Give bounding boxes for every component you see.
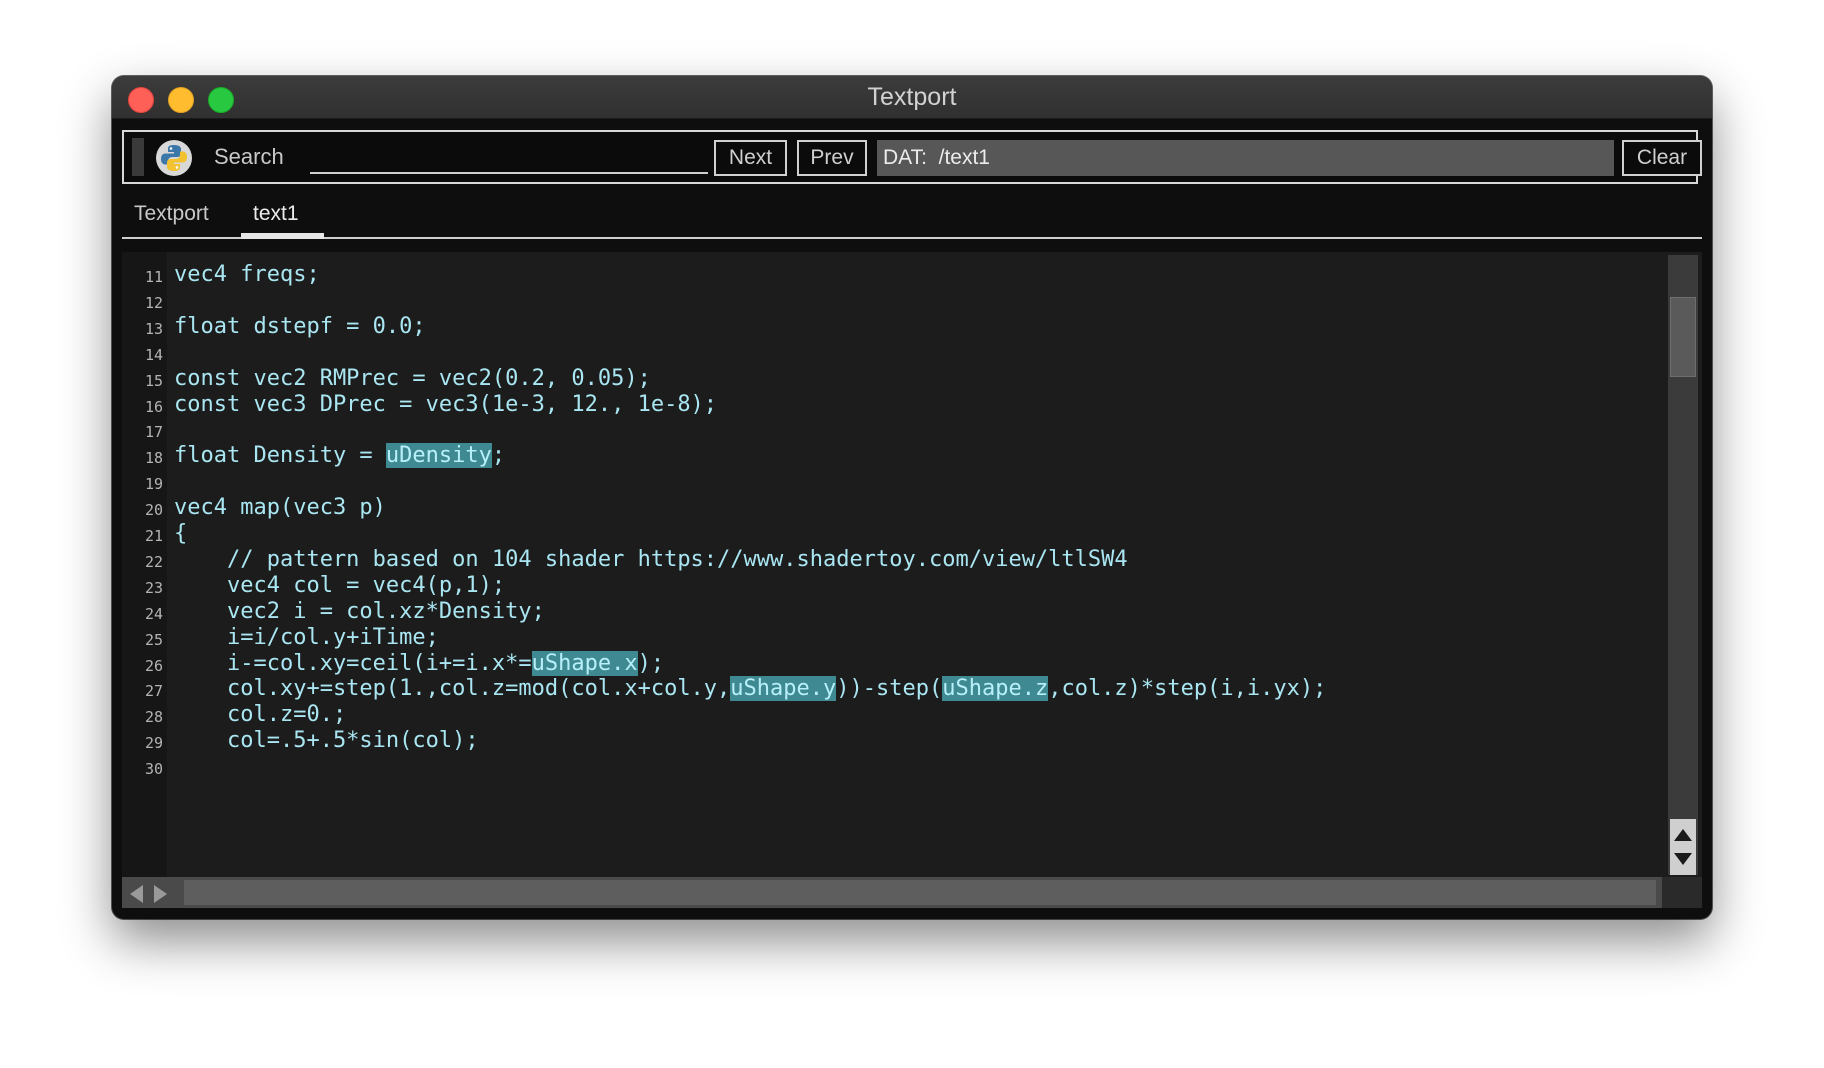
next-button[interactable]: Next — [714, 140, 787, 176]
code-text: ,col.z)*step(i,i.yx); — [1048, 676, 1327, 702]
search-input[interactable] — [310, 142, 708, 174]
line-number: 29 — [144, 734, 163, 753]
code-editor: 11 12 13 14 15 16 17 18 19 20 21 22 23 24 25 26 27 28 29 30… — [122, 252, 1702, 908]
clear-button[interactable]: Clear — [1622, 140, 1702, 176]
line-number: 24 — [144, 604, 163, 623]
tab-bar: Textport text1 — [122, 194, 1702, 239]
line-number: 23 — [144, 578, 163, 597]
horizontal-scrollbar[interactable] — [122, 877, 1662, 908]
code-text: i=i/col.y+iTime; — [174, 624, 439, 650]
line-number: 17 — [144, 423, 163, 442]
line-number: 22 — [144, 552, 163, 571]
scrollbar-corner — [1662, 877, 1702, 908]
line-number: 20 — [144, 501, 163, 520]
code-text: vec4 freqs; — [174, 262, 320, 287]
line-number: 19 — [144, 475, 163, 494]
code-text: col=.5+.5*sin(col); — [174, 728, 479, 754]
scroll-left-arrow-icon[interactable] — [130, 885, 143, 903]
line-number-gutter: 11 12 13 14 15 16 17 18 19 20 21 22 23 24 25 26 27 28 29 30 — [122, 252, 167, 877]
code-line: col=.5+.5*sin(col); — [174, 726, 479, 756]
line-number: 15 — [144, 371, 163, 390]
line-number: 12 — [144, 293, 163, 312]
search-match-highlight: uShape.x — [531, 650, 638, 676]
line-number: 13 — [144, 319, 163, 338]
vertical-scroll-thumb[interactable] — [1670, 297, 1696, 377]
code-text: const vec2 RMPrec = vec2(0.2, 0.05); — [174, 365, 651, 391]
code-line: col.xy+=step(1.,col.z=mod(col.x+col.y,uS… — [174, 674, 1326, 704]
dat-path-field[interactable]: DAT: /text1 — [877, 140, 1614, 176]
prev-button[interactable]: Prev — [797, 140, 867, 176]
code-text: i-=col.xy=ceil(i+=i.x*= — [174, 650, 532, 676]
search-match-highlight: uDensity — [385, 443, 492, 469]
code-text: col.xy+=step(1.,col.z=mod(col.x+col.y, — [174, 676, 731, 702]
code-line: float dstepf = 0.0; — [174, 312, 426, 342]
code-area[interactable]: vec4 freqs; float dstepf = 0.0; const vec2… — [167, 252, 1662, 877]
line-number: 27 — [144, 682, 163, 701]
tab-textport[interactable]: Textport — [122, 194, 232, 237]
code-text: ); — [637, 650, 665, 676]
horizontal-scroll-track[interactable] — [184, 880, 1656, 905]
python-logo-icon — [156, 140, 192, 176]
line-number: 21 — [144, 527, 163, 545]
code-text: vec4 map(vec3 p) — [174, 495, 386, 521]
code-text: vec2 i = col.xz*Density; — [174, 598, 545, 624]
code-line: vec4 freqs; — [174, 260, 320, 290]
textport-window: Textport Search Next Prev DAT: /text1 Cl… — [112, 76, 1712, 919]
window-title: Textport — [867, 83, 957, 111]
code-text: const vec3 DPrec = vec3(1e-3, 12., 1e-8)… — [174, 391, 718, 417]
code-text: col.z=0.; — [174, 702, 347, 728]
vertical-scroll-arrows — [1670, 819, 1696, 875]
tab-text1[interactable]: text1 — [241, 194, 324, 239]
code-line: float Density = uDensity; — [174, 441, 505, 471]
search-match-highlight: uShape.y — [730, 676, 837, 702]
scroll-down-arrow-icon[interactable] — [1674, 853, 1692, 865]
code-text: { — [174, 521, 188, 546]
search-match-highlight: uShape.z — [942, 676, 1049, 702]
vertical-scrollbar[interactable] — [1668, 255, 1698, 875]
toolbar-handle[interactable] — [132, 138, 144, 176]
line-number: 28 — [144, 708, 163, 727]
search-toolbar: Search Next Prev DAT: /text1 Clear — [122, 130, 1702, 184]
code-line: vec4 map(vec3 p) — [174, 493, 386, 523]
line-number: 25 — [144, 630, 163, 649]
code-text: ; — [491, 443, 506, 469]
line-number: 11 — [144, 268, 163, 286]
scroll-up-arrow-icon[interactable] — [1674, 829, 1692, 841]
line-number: 30 — [144, 760, 163, 779]
scroll-right-arrow-icon[interactable] — [154, 885, 167, 903]
line-number: 14 — [144, 345, 163, 364]
code-text: vec4 col = vec4(p,1); — [174, 572, 506, 598]
code-line: const vec3 DPrec = vec3(1e-3, 12., 1e-8)… — [174, 390, 717, 420]
title-bar[interactable]: Textport — [112, 76, 1712, 119]
code-text: float Density = — [174, 443, 386, 469]
search-label: Search — [214, 144, 284, 169]
code-text: // pattern based on 104 shader https://w… — [174, 546, 1128, 572]
code-text: ))-step( — [836, 676, 943, 702]
line-number: 26 — [144, 656, 163, 675]
line-number: 16 — [144, 397, 163, 416]
line-number: 18 — [144, 449, 163, 468]
code-text: float dstepf = 0.0; — [174, 313, 426, 339]
